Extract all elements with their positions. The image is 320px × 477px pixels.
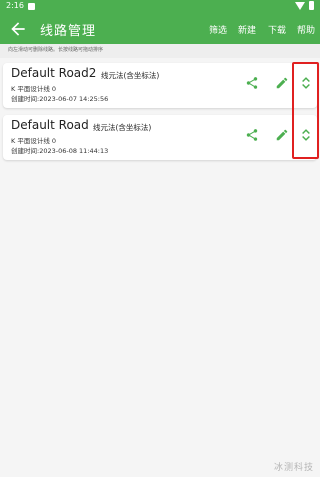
status-time: 2:16 [6, 1, 24, 10]
highlight-box [292, 62, 319, 159]
page-title: 线路管理 [40, 24, 97, 39]
watermark: 冰测科技 [273, 463, 314, 473]
battery-icon [309, 1, 314, 10]
edit-pencil-icon[interactable] [275, 128, 289, 142]
edit-pencil-icon[interactable] [275, 76, 289, 90]
status-bar: 2:16 [0, 0, 320, 14]
app-bar: 线路管理 筛选 新建 下载 帮助 [0, 14, 320, 44]
road-list: Default Road2 线元法(含坐标法) K 平面设计线 0 创建时间:2… [0, 58, 320, 477]
back-arrow-icon[interactable] [8, 19, 28, 39]
status-icons [295, 1, 314, 10]
download-button[interactable]: 下载 [268, 23, 286, 36]
road-created-date: 创建时间:2023-06-07 14:25:56 [11, 95, 109, 103]
road-info: K 平面设计线 0 [11, 137, 57, 145]
road-name: Default Road2 [11, 66, 97, 80]
help-button[interactable]: 帮助 [297, 23, 315, 36]
road-created-date: 创建时间:2023-06-08 11:44:13 [11, 147, 109, 155]
new-button[interactable]: 新建 [238, 23, 256, 36]
hint-text: 向左滑动可删除线路。长按线路可拖动排序 [8, 47, 104, 53]
road-card[interactable]: Default Road 线元法(含坐标法) K 平面设计线 0 创建时间:20… [3, 115, 317, 160]
road-name: Default Road [11, 118, 89, 132]
road-card[interactable]: Default Road2 线元法(含坐标法) K 平面设计线 0 创建时间:2… [3, 63, 317, 108]
notification-icon [28, 3, 35, 10]
hint-bar: 向左滑动可删除线路。长按线路可拖动排序 [0, 44, 320, 58]
road-type: 线元法(含坐标法) [93, 123, 152, 132]
share-icon[interactable] [245, 76, 259, 90]
share-icon[interactable] [245, 128, 259, 142]
filter-button[interactable]: 筛选 [209, 23, 227, 36]
road-info: K 平面设计线 0 [11, 85, 57, 93]
wifi-icon [295, 2, 305, 10]
road-type: 线元法(含坐标法) [101, 71, 160, 80]
